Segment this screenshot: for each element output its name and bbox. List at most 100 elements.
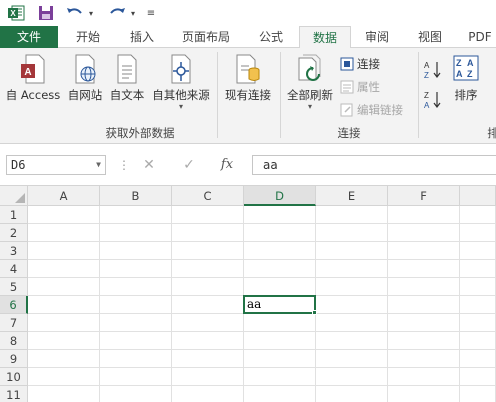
cell-f3[interactable] xyxy=(388,242,460,260)
cell-a2[interactable] xyxy=(28,224,100,242)
column-header-d[interactable]: D xyxy=(244,186,316,206)
undo-dropdown-icon[interactable]: ▾ xyxy=(86,3,96,23)
cell-b6[interactable] xyxy=(100,296,172,314)
row-header-6[interactable]: 6 xyxy=(0,296,28,314)
cell-c6[interactable] xyxy=(172,296,244,314)
from-access-button[interactable]: A 自 Access xyxy=(4,54,62,103)
cell-d6[interactable]: aa xyxy=(244,296,316,314)
tab-file[interactable]: 文件 xyxy=(0,26,58,48)
sort-descending-button[interactable]: ZA xyxy=(424,90,445,110)
cell-f10[interactable] xyxy=(388,368,460,386)
cell-a4[interactable] xyxy=(28,260,100,278)
tab-view[interactable]: 视图 xyxy=(404,26,456,48)
cell-e6[interactable] xyxy=(316,296,388,314)
cell-d7[interactable] xyxy=(244,314,316,332)
column-header-partial[interactable] xyxy=(460,186,496,206)
redo-dropdown-icon[interactable]: ▾ xyxy=(128,3,138,23)
cell-b10[interactable] xyxy=(100,368,172,386)
column-header-f[interactable]: F xyxy=(388,186,460,206)
cell-a7[interactable] xyxy=(28,314,100,332)
cell-e9[interactable] xyxy=(316,350,388,368)
cell-b5[interactable] xyxy=(100,278,172,296)
cell-f2[interactable] xyxy=(388,224,460,242)
cell-a3[interactable] xyxy=(28,242,100,260)
sort-button[interactable]: ZAAZ 排序 xyxy=(448,54,484,103)
existing-connections-button[interactable]: 现有连接 xyxy=(220,54,276,103)
cell-partial[interactable] xyxy=(460,260,496,278)
cell-partial[interactable] xyxy=(460,296,496,314)
resize-handle-icon[interactable]: ⋮ xyxy=(118,158,130,172)
customize-toolbar-icon[interactable]: ≡ xyxy=(144,3,158,23)
edit-links-button[interactable]: 编辑链接 xyxy=(340,100,403,120)
cell-a5[interactable] xyxy=(28,278,100,296)
tab-review[interactable]: 审阅 xyxy=(354,26,400,48)
row-header-8[interactable]: 8 xyxy=(0,332,28,350)
cell-c2[interactable] xyxy=(172,224,244,242)
column-header-b[interactable]: B xyxy=(100,186,172,206)
column-header-c[interactable]: C xyxy=(172,186,244,206)
cell-a11[interactable] xyxy=(28,386,100,402)
cell-c11[interactable] xyxy=(172,386,244,402)
row-header-2[interactable]: 2 xyxy=(0,224,28,242)
cell-f11[interactable] xyxy=(388,386,460,402)
cell-e2[interactable] xyxy=(316,224,388,242)
cell-a1[interactable] xyxy=(28,206,100,224)
row-header-10[interactable]: 10 xyxy=(0,368,28,386)
cell-a8[interactable] xyxy=(28,332,100,350)
from-text-button[interactable]: 自文本 xyxy=(106,54,148,103)
cell-e8[interactable] xyxy=(316,332,388,350)
fill-handle[interactable] xyxy=(312,310,317,315)
enter-icon[interactable]: ✓ xyxy=(177,155,201,175)
row-header-1[interactable]: 1 xyxy=(0,206,28,224)
tab-data[interactable]: 数据 xyxy=(299,26,351,49)
cell-c5[interactable] xyxy=(172,278,244,296)
name-box[interactable]: D6 ▼ xyxy=(6,155,106,175)
chevron-down-icon[interactable]: ▼ xyxy=(96,156,101,174)
cell-e3[interactable] xyxy=(316,242,388,260)
cell-e10[interactable] xyxy=(316,368,388,386)
cell-d11[interactable] xyxy=(244,386,316,402)
cell-d5[interactable] xyxy=(244,278,316,296)
cell-c9[interactable] xyxy=(172,350,244,368)
cell-partial[interactable] xyxy=(460,386,496,402)
from-other-sources-button[interactable]: 自其他来源 ▾ xyxy=(148,54,214,111)
row-header-3[interactable]: 3 xyxy=(0,242,28,260)
cell-c7[interactable] xyxy=(172,314,244,332)
cell-f9[interactable] xyxy=(388,350,460,368)
cell-c1[interactable] xyxy=(172,206,244,224)
cell-partial[interactable] xyxy=(460,314,496,332)
cell-c3[interactable] xyxy=(172,242,244,260)
cell-d10[interactable] xyxy=(244,368,316,386)
tab-page-layout[interactable]: 页面布局 xyxy=(170,26,242,48)
cell-a9[interactable] xyxy=(28,350,100,368)
save-icon[interactable] xyxy=(36,3,56,23)
select-all-button[interactable] xyxy=(0,186,28,206)
cell-partial[interactable] xyxy=(460,278,496,296)
cell-partial[interactable] xyxy=(460,350,496,368)
formula-input[interactable]: aa xyxy=(252,155,496,175)
cell-partial[interactable] xyxy=(460,368,496,386)
cell-b7[interactable] xyxy=(100,314,172,332)
cell-f4[interactable] xyxy=(388,260,460,278)
cell-partial[interactable] xyxy=(460,206,496,224)
redo-icon[interactable] xyxy=(106,3,128,23)
cell-e1[interactable] xyxy=(316,206,388,224)
cell-partial[interactable] xyxy=(460,332,496,350)
cell-d9[interactable] xyxy=(244,350,316,368)
row-header-7[interactable]: 7 xyxy=(0,314,28,332)
cell-f5[interactable] xyxy=(388,278,460,296)
sort-ascending-button[interactable]: AZ xyxy=(424,60,445,80)
cell-f7[interactable] xyxy=(388,314,460,332)
cell-b8[interactable] xyxy=(100,332,172,350)
cell-a10[interactable] xyxy=(28,368,100,386)
tab-insert[interactable]: 插入 xyxy=(116,26,168,48)
tab-pdf[interactable]: PDF xyxy=(460,26,496,48)
cell-partial[interactable] xyxy=(460,224,496,242)
tab-home[interactable]: 开始 xyxy=(62,26,114,48)
from-web-button[interactable]: 自网站 xyxy=(64,54,106,103)
cell-d1[interactable] xyxy=(244,206,316,224)
undo-icon[interactable] xyxy=(64,3,86,23)
cell-d3[interactable] xyxy=(244,242,316,260)
cell-d4[interactable] xyxy=(244,260,316,278)
cell-d2[interactable] xyxy=(244,224,316,242)
